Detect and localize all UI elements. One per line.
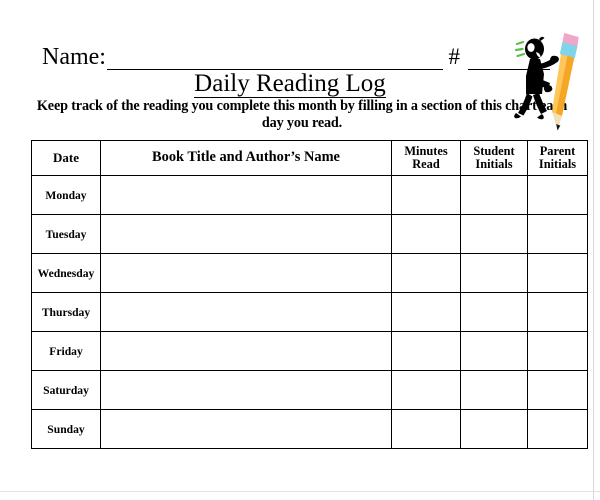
instructions-text: Keep track of the reading you complete t… (36, 98, 568, 131)
column-header-minutes-line1: Minutes (404, 143, 448, 158)
name-line: Name: # (42, 40, 550, 70)
table-row: Thursday (31, 292, 588, 332)
cell-day: Friday (31, 331, 101, 371)
cell-minutes-read[interactable] (391, 292, 461, 332)
column-header-parent-line2: Initials (538, 157, 577, 171)
cell-student-initials[interactable] (460, 253, 528, 293)
column-header-parent-line1: Parent (539, 143, 576, 158)
column-header-book: Book Title and Author’s Name (100, 140, 392, 176)
cell-day: Monday (31, 175, 101, 215)
cell-day: Thursday (31, 292, 101, 332)
cell-day: Saturday (31, 370, 101, 410)
column-header-student-line1: Student (473, 143, 515, 158)
cell-minutes-read[interactable] (391, 175, 461, 215)
cell-book-title[interactable] (100, 409, 392, 449)
column-header-student: Student Initials (460, 140, 528, 176)
cell-parent-initials[interactable] (527, 175, 588, 215)
number-input-blank[interactable] (468, 46, 550, 70)
table-header: Date Book Title and Author’s Name Minute… (31, 140, 588, 176)
cell-day: Sunday (31, 409, 101, 449)
cell-minutes-read[interactable] (391, 253, 461, 293)
column-header-minutes: Minutes Read (391, 140, 461, 176)
cell-book-title[interactable] (100, 370, 392, 410)
reading-log-table: Date Book Title and Author’s Name Minute… (31, 140, 588, 449)
number-label: # (448, 44, 461, 69)
cell-student-initials[interactable] (460, 175, 528, 215)
name-input-blank[interactable] (106, 46, 443, 70)
column-header-parent: Parent Initials (527, 140, 588, 176)
cell-parent-initials[interactable] (527, 292, 588, 332)
name-label: Name: (42, 44, 106, 70)
table-row: Sunday (31, 409, 588, 449)
column-header-student-line2: Initials (475, 157, 513, 171)
table-row: Saturday (31, 370, 588, 410)
cell-day: Wednesday (31, 253, 101, 293)
cell-minutes-read[interactable] (391, 331, 461, 371)
cell-book-title[interactable] (100, 253, 392, 293)
cell-minutes-read[interactable] (391, 214, 461, 254)
page-edge-right (593, 0, 594, 500)
page-title: Daily Reading Log (0, 70, 580, 98)
cell-parent-initials[interactable] (527, 253, 588, 293)
column-header-date: Date (31, 140, 101, 176)
cell-parent-initials[interactable] (527, 409, 588, 449)
cell-parent-initials[interactable] (527, 214, 588, 254)
cell-student-initials[interactable] (460, 409, 528, 449)
cell-student-initials[interactable] (460, 214, 528, 254)
daily-reading-log-page: Name: # Daily Reading Log Keep track of … (0, 0, 600, 500)
cell-parent-initials[interactable] (527, 331, 588, 371)
page-edge-bottom (0, 491, 600, 492)
cell-minutes-read[interactable] (391, 409, 461, 449)
cell-book-title[interactable] (100, 175, 392, 215)
table-row: Friday (31, 331, 588, 371)
cell-book-title[interactable] (100, 214, 392, 254)
page-title-text: Daily Reading Log (194, 70, 386, 98)
table-row: Tuesday (31, 214, 588, 254)
column-header-minutes-line2: Read (412, 157, 440, 171)
table-row: Monday (31, 175, 588, 215)
table-header-row: Date Book Title and Author’s Name Minute… (31, 140, 588, 176)
cell-day: Tuesday (31, 214, 101, 254)
cell-book-title[interactable] (100, 331, 392, 371)
table-row: Wednesday (31, 253, 588, 293)
cell-parent-initials[interactable] (527, 370, 588, 410)
cell-student-initials[interactable] (460, 370, 528, 410)
table-body: Monday Tuesday Wednesday Thursday Friday Satu… (31, 175, 588, 449)
cell-book-title[interactable] (100, 292, 392, 332)
cell-student-initials[interactable] (460, 331, 528, 371)
cell-minutes-read[interactable] (391, 370, 461, 410)
cell-student-initials[interactable] (460, 292, 528, 332)
